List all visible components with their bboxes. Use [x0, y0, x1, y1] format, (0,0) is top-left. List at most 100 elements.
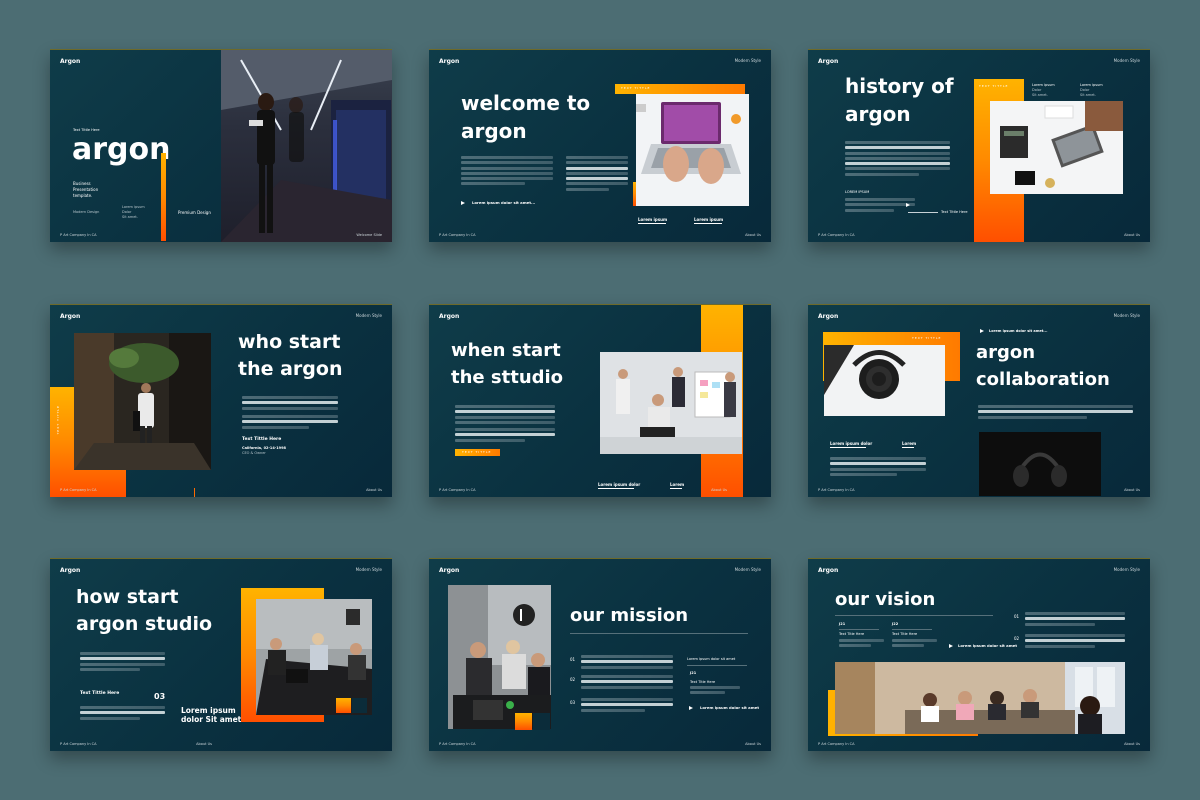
brand-logo: Argon	[60, 313, 81, 320]
slide-collaboration[interactable]: Argon Modern Style TEXT TITTLE Lorem ips…	[808, 304, 1150, 497]
premium-label: Premium Design	[178, 210, 211, 215]
how-title-2: argon studio	[76, 613, 213, 635]
nav-box-prev[interactable]	[515, 713, 532, 730]
paragraph-2	[242, 415, 338, 431]
slide-who-start[interactable]: Argon Modern Style TEXT TITTLE who start…	[50, 304, 392, 497]
link-text[interactable]: Lorem ipsum dolor sit amet...	[472, 200, 535, 205]
paragraph-secondary	[845, 198, 915, 214]
nav-box-next[interactable]	[352, 698, 367, 713]
quote-line-2: dolor Sit amet	[181, 715, 242, 724]
footer-right: About Us	[711, 488, 727, 492]
divider-vertical	[194, 488, 195, 497]
brand-logo: Argon	[818, 313, 839, 320]
person-location: California, 02-14-1998	[242, 446, 286, 450]
footer-left: P Art Company In CA	[818, 742, 855, 746]
footer-left: P Art Company In CA	[439, 742, 476, 746]
mission-number-2: 02	[570, 677, 576, 682]
label-2: Lorem	[670, 482, 685, 487]
paragraph-left	[461, 156, 553, 188]
footer-right: About Us	[1124, 742, 1140, 746]
footer-right: Welcome Slide	[356, 233, 382, 237]
nav-box-next[interactable]	[533, 713, 550, 730]
underline-1	[598, 488, 634, 489]
conference-photo	[835, 662, 1125, 734]
badge-text: TEXT TITTLE	[462, 450, 492, 454]
info-1-c: Sit amet.	[1032, 93, 1048, 97]
subtitle-line-1: Business	[73, 181, 91, 186]
paragraph-1	[455, 405, 555, 426]
slide-tag: Modern Style	[355, 567, 382, 572]
paragraph-bottom	[80, 706, 165, 722]
info-2-c: Sit amet.	[1080, 93, 1096, 97]
collab-title-1: argon	[976, 342, 1036, 363]
play-icon[interactable]	[689, 706, 693, 710]
label-2: Lorem	[902, 441, 917, 446]
vision-title: our vision	[835, 589, 936, 610]
mission-paragraph-3	[581, 698, 673, 714]
history-title-2: argon	[845, 102, 911, 126]
play-icon[interactable]	[906, 203, 910, 207]
vertical-label: TEXT TITTLE	[56, 405, 60, 435]
desk-photo	[990, 101, 1123, 194]
slide-when-start[interactable]: Argon Modern Style when start the sttudi…	[429, 304, 771, 497]
collab-title-2: collaboration	[976, 369, 1110, 390]
headphones-dark-photo	[979, 432, 1101, 496]
subtitle-line-3: template.	[73, 193, 93, 198]
mission-number-3: 03	[570, 700, 576, 705]
slide-tag: Modern Style	[355, 313, 382, 318]
mission-number-1: 01	[570, 657, 576, 662]
office-corridor-photo	[221, 50, 392, 242]
year-1: J21	[839, 622, 846, 626]
slide-cover[interactable]: Argon Modern Style Text Tittle Here argo…	[50, 49, 392, 242]
slide-how-start[interactable]: Argon Modern Style how start argon studi…	[50, 558, 392, 751]
footer-left: P Art Company In CA	[818, 233, 855, 237]
how-title-1: how start	[76, 586, 179, 608]
brand-logo: Argon	[60, 567, 81, 574]
who-title-2: the argon	[238, 358, 343, 380]
brand-logo: Argon	[818, 58, 839, 65]
slide-tag: Modern Style	[734, 567, 761, 572]
step-number: 03	[154, 692, 166, 701]
play-icon[interactable]	[461, 201, 465, 205]
play-icon[interactable]	[980, 329, 984, 333]
footer-left: P Art Company In CA	[60, 233, 97, 237]
headphones-white-photo	[824, 345, 945, 416]
nav-box-prev[interactable]	[336, 698, 351, 713]
year-1-paragraph	[839, 639, 884, 650]
lorem-1: Lorem ipsum	[122, 205, 145, 209]
businessman-photo	[74, 333, 211, 470]
paragraph-1	[242, 396, 338, 412]
label-1: Lorem ipsum dolor	[598, 482, 641, 487]
slide-mission[interactable]: Argon Modern Style our mission 01 02 03	[429, 558, 771, 751]
when-title-1: when start	[451, 340, 561, 361]
right-paragraph	[690, 686, 740, 697]
play-icon[interactable]	[949, 644, 953, 648]
slide-tag: Modern Style	[1113, 567, 1140, 572]
person-role: CEO & Owner	[242, 451, 266, 455]
slide-welcome[interactable]: Argon Modern Style welcome to argon Lore…	[429, 49, 771, 242]
year-1-underline	[839, 629, 879, 630]
person-name: Text Tittle Here	[242, 437, 282, 442]
underline-1	[830, 447, 866, 448]
accent-bar	[161, 153, 166, 241]
footer-left: P Art Company In CA	[60, 742, 97, 746]
year-2-paragraph	[892, 639, 937, 650]
title-underline	[570, 633, 748, 634]
mission-paragraph-2	[581, 675, 673, 691]
footer-right: About Us	[745, 742, 761, 746]
underline-2	[670, 488, 682, 489]
slide-history[interactable]: Argon Modern Style history of argon LORE…	[808, 49, 1150, 242]
link-text[interactable]: Lorem ipsum dolor sit amet	[958, 643, 1017, 648]
right-caption: Lorem ipsum dolor sit amet	[687, 657, 736, 661]
slide-vision[interactable]: Argon Modern Style our vision J21 Text T…	[808, 558, 1150, 751]
paragraph-right	[978, 405, 1133, 421]
info-2-b: Dolor	[1080, 88, 1090, 92]
side-label: TEXT TITTLE	[979, 84, 1009, 88]
brand-logo: Argon	[60, 58, 81, 65]
year-1-title: Text Title Here	[839, 632, 865, 636]
label-2: Lorem ipsum	[694, 217, 724, 222]
link-text[interactable]: Lorem ipsum dolor sit amet	[700, 705, 759, 710]
paragraph-left	[80, 652, 165, 673]
year-2-title: Text Title Here	[892, 632, 918, 636]
footer-right: About Us	[1124, 488, 1140, 492]
